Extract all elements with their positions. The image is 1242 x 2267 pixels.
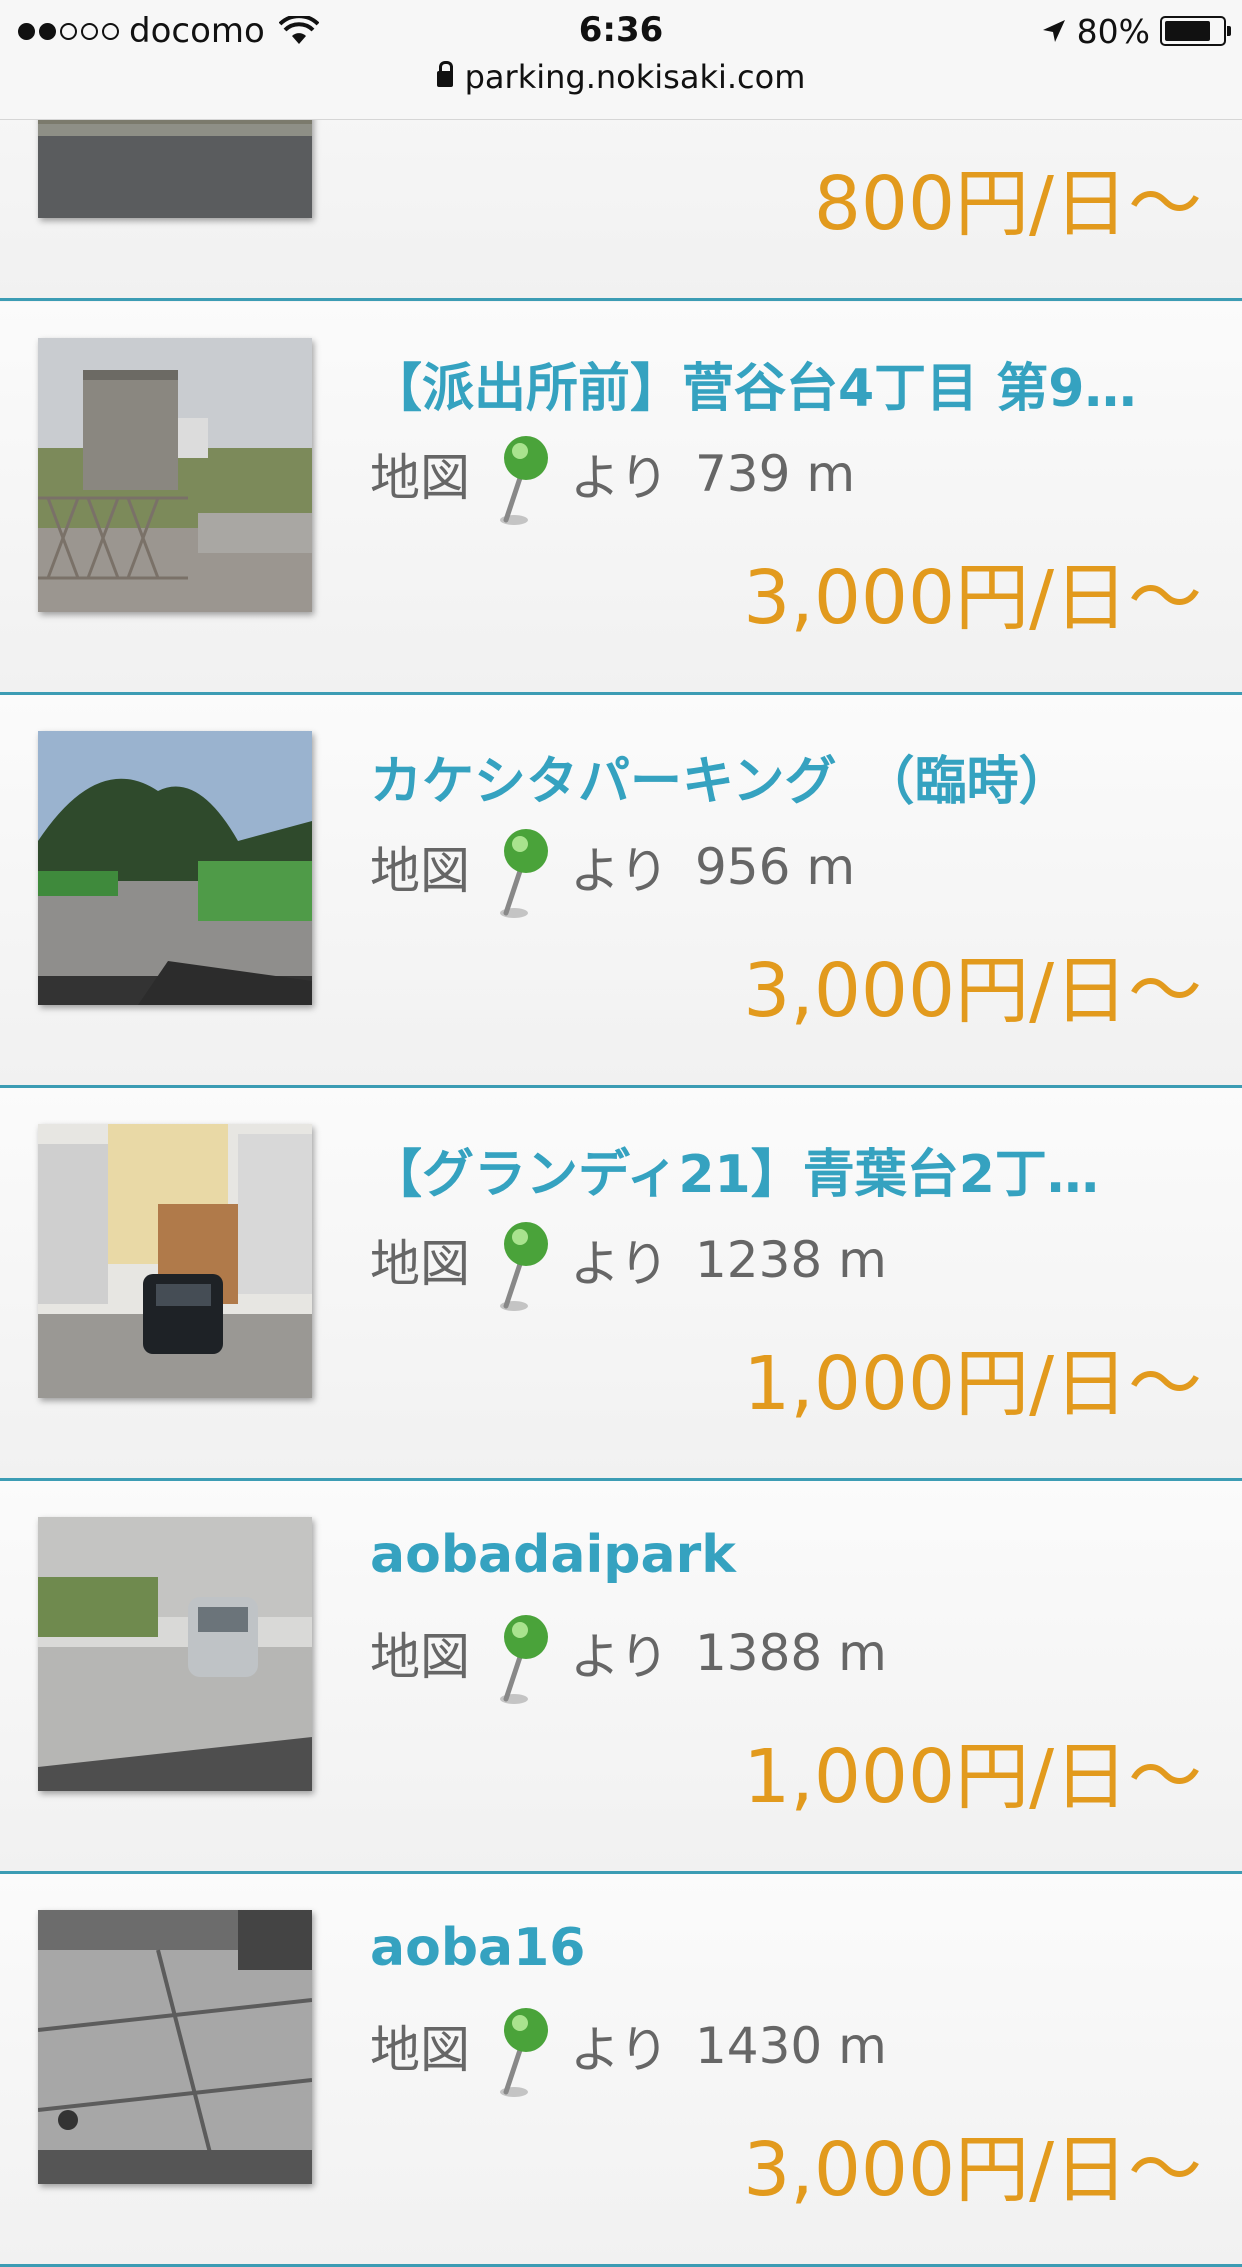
price: 3,000円/日～ xyxy=(743,2127,1202,2213)
distance-row: 地図 より 1430 m xyxy=(370,2006,887,2097)
price: 3,000円/日～ xyxy=(743,555,1202,641)
price: 800円/日～ xyxy=(813,161,1202,247)
distance-value: 956 m xyxy=(695,838,856,896)
list-item[interactable]: aoba16 地図 より 1430 m 3,000円/日～ xyxy=(0,1874,1242,2267)
distance-row: 地図 より 739 m xyxy=(370,434,856,525)
list-item[interactable]: カケシタパーキング （臨時） 地図 より 956 m 3,000円/日～ xyxy=(0,695,1242,1088)
battery-icon xyxy=(1160,16,1231,46)
map-pin-icon[interactable] xyxy=(492,1611,552,1711)
url-text[interactable]: parking.nokisaki.com xyxy=(465,58,806,96)
parking-photo[interactable] xyxy=(38,338,312,612)
map-pin-icon[interactable] xyxy=(492,432,552,532)
distance-value: 1430 m xyxy=(695,2017,887,2075)
distance-value: 1388 m xyxy=(695,1624,887,1682)
map-pin-icon[interactable] xyxy=(492,825,552,925)
distance-value: 1238 m xyxy=(695,1231,887,1289)
distance-row: 地図 より 1238 m xyxy=(370,1220,887,1311)
map-label[interactable]: 地図 xyxy=(370,1224,470,1296)
list-item[interactable]: 【グランディ21】青葉台2丁… 地図 より 1238 m 1,000円/日～ xyxy=(0,1088,1242,1481)
list-item[interactable]: 【派出所前】菅谷台4丁目 第9… 地図 より 739 m 3,000円/日～ xyxy=(0,302,1242,695)
from-label: より xyxy=(570,2021,669,2079)
distance-row: 地図 より 1388 m xyxy=(370,1613,887,1704)
from-label: より xyxy=(570,1628,669,1686)
listing-title[interactable]: カケシタパーキング （臨時） xyxy=(370,739,1206,814)
parking-photo[interactable] xyxy=(38,1124,312,1398)
price: 1,000円/日～ xyxy=(743,1734,1202,1820)
listing-title[interactable]: 【グランディ21】青葉台2丁… xyxy=(370,1132,1206,1207)
from-label: より xyxy=(570,842,669,900)
map-label[interactable]: 地図 xyxy=(370,831,470,903)
listing-title[interactable]: aobadaipark xyxy=(370,1525,1206,1585)
lock-icon xyxy=(436,61,453,87)
distance-value: 739 m xyxy=(695,445,856,503)
list-item[interactable]: aobadaipark 地図 より 1388 m 1,000円/日～ xyxy=(0,1481,1242,1874)
from-label: より xyxy=(570,1235,669,1293)
map-pin-icon[interactable] xyxy=(492,1218,552,1318)
location-arrow-icon xyxy=(1042,20,1065,42)
parking-photo[interactable] xyxy=(38,1517,312,1791)
listing-title[interactable]: 【派出所前】菅谷台4丁目 第9… xyxy=(370,346,1206,421)
listing-title[interactable]: aoba16 xyxy=(370,1918,1206,1978)
url-bar[interactable]: parking.nokisaki.com xyxy=(0,58,1242,96)
parking-photo[interactable] xyxy=(38,731,312,1005)
map-label[interactable]: 地図 xyxy=(370,2010,470,2082)
price: 3,000円/日～ xyxy=(743,948,1202,1034)
battery-percent: 80% xyxy=(1076,11,1150,51)
parking-photo[interactable] xyxy=(38,1910,312,2184)
distance-row: 地図 より 956 m xyxy=(370,827,856,918)
map-pin-icon[interactable] xyxy=(492,2004,552,2104)
map-label[interactable]: 地図 xyxy=(370,438,470,510)
price: 1,000円/日～ xyxy=(743,1341,1202,1427)
map-label[interactable]: 地図 xyxy=(370,1617,470,1689)
status-right: 80% xyxy=(1041,10,1231,52)
status-bar: docomo 6:36 80% parking.nokisaki.com xyxy=(0,0,1242,120)
from-label: より xyxy=(570,449,669,507)
